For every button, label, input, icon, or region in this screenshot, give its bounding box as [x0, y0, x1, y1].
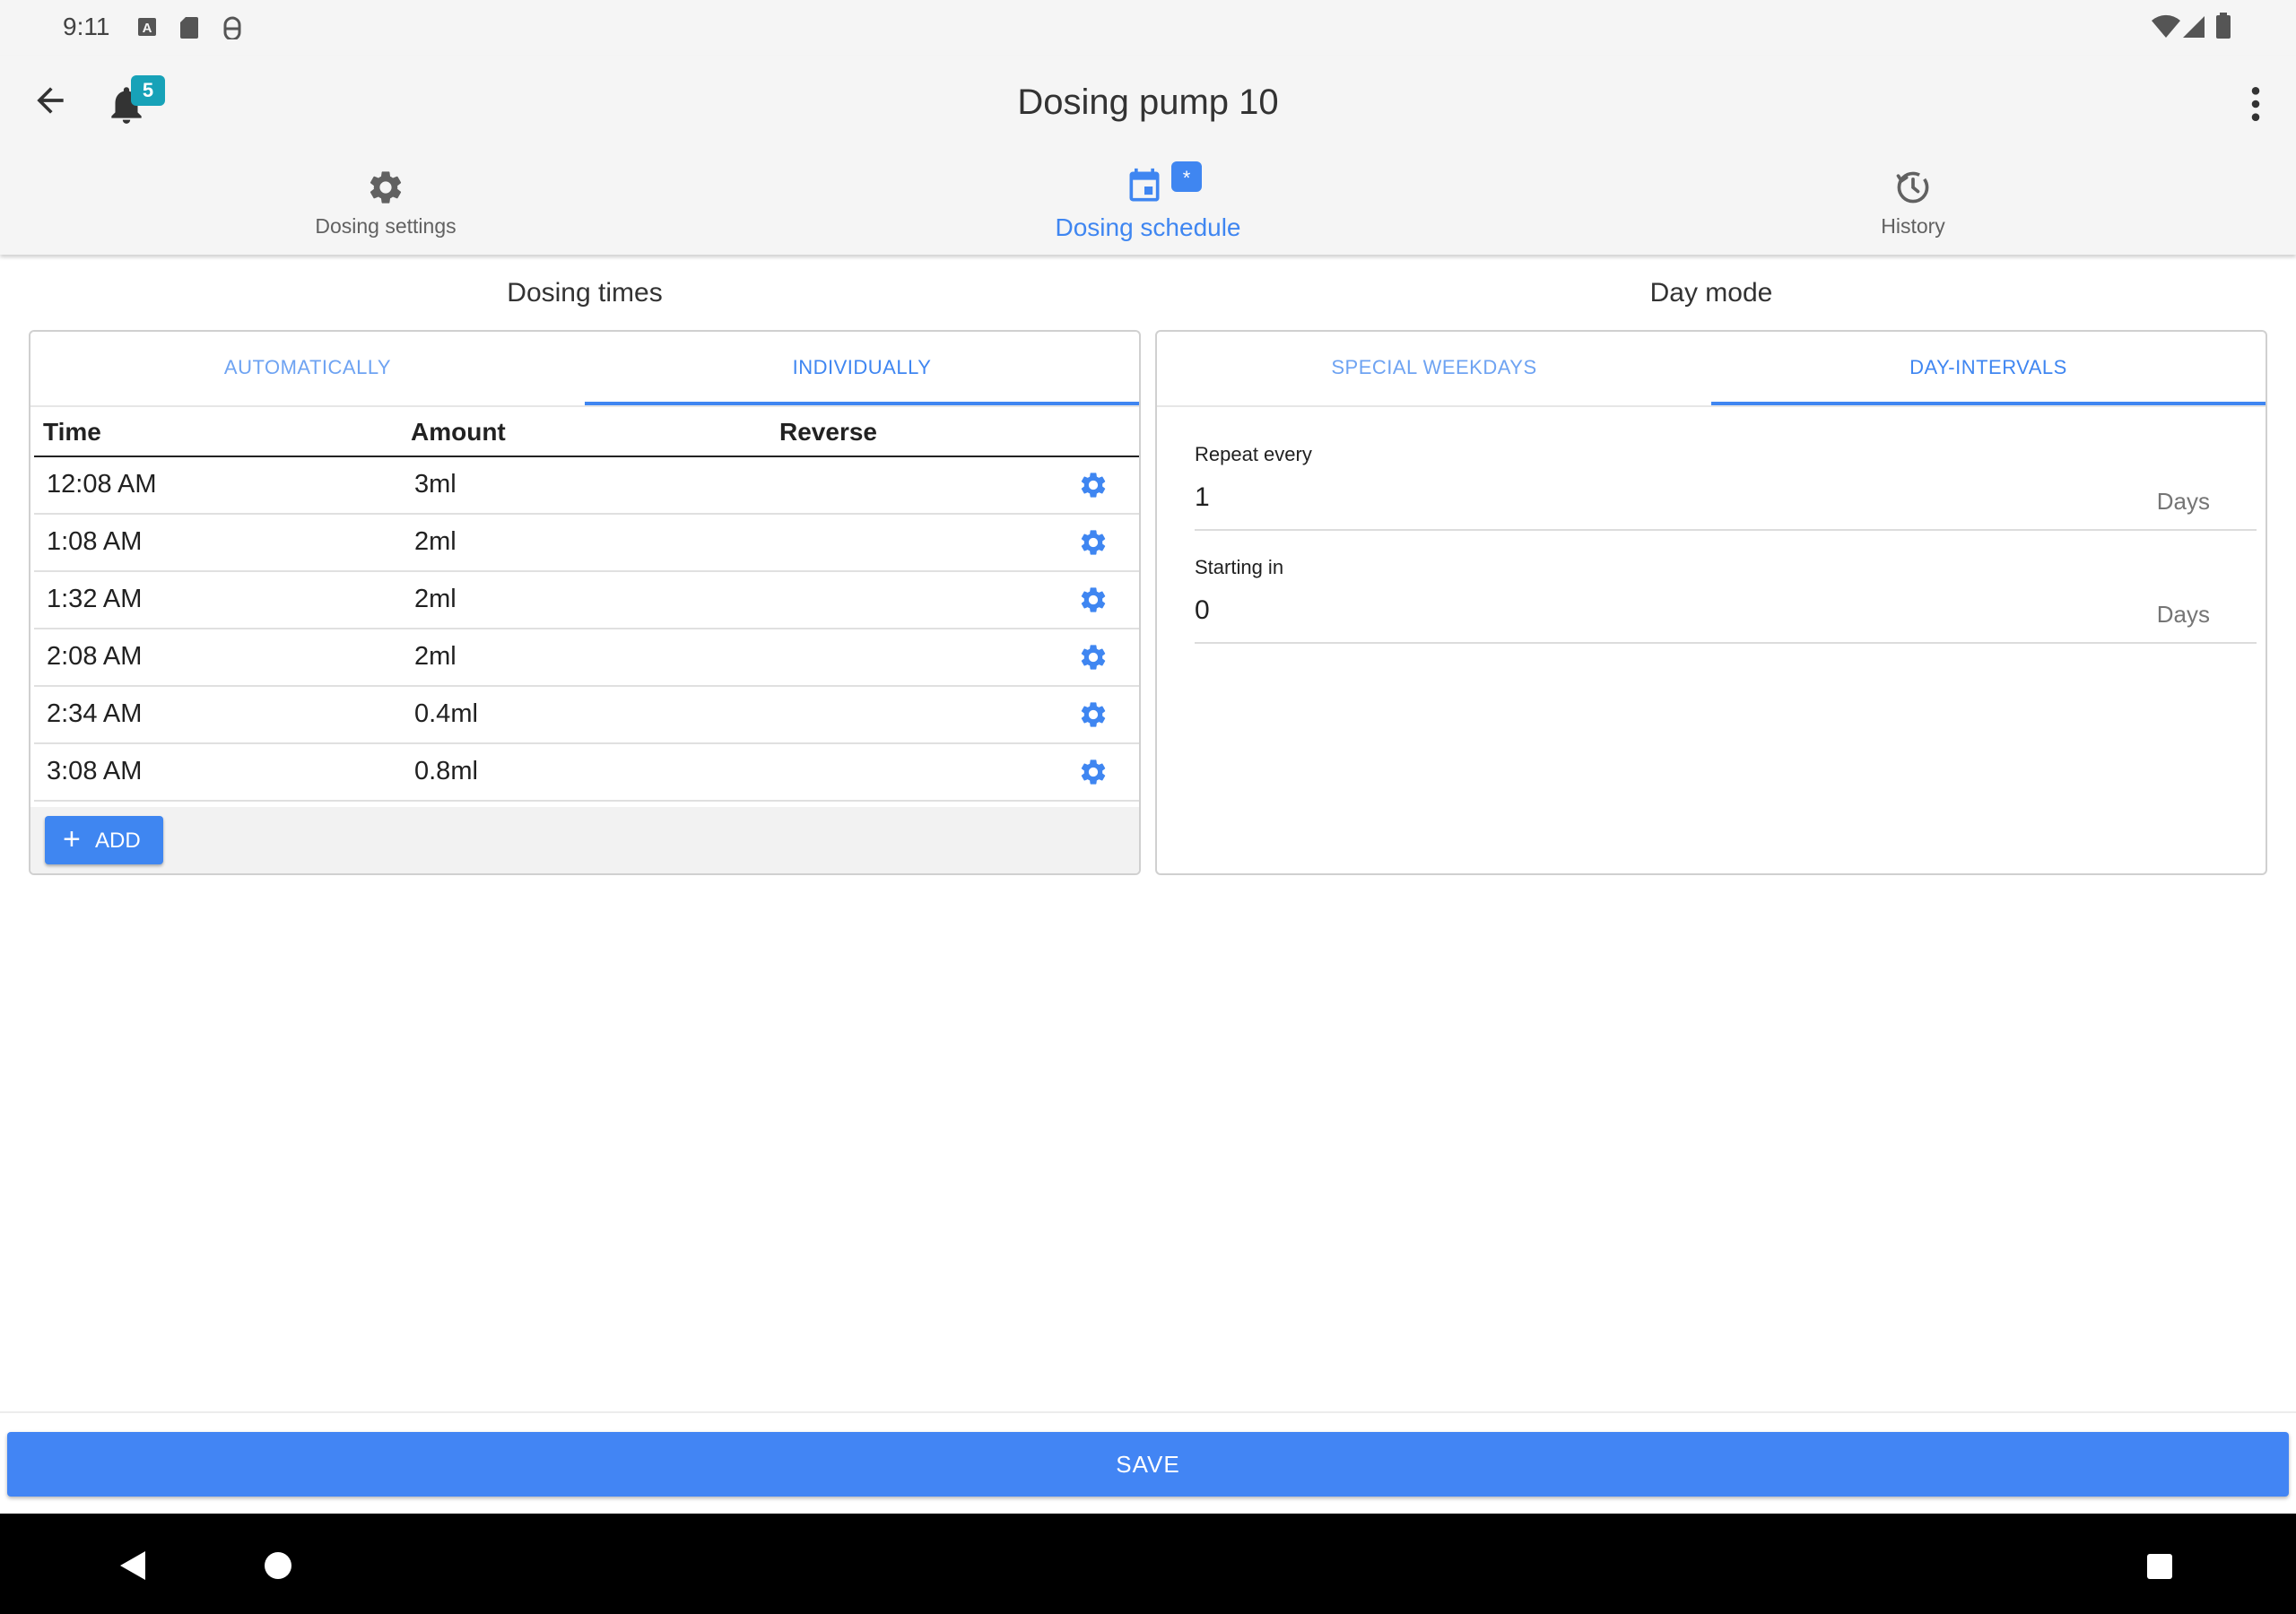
row-time: 2:08 AM — [47, 642, 143, 671]
dosing-times-subtabs: AUTOMATICALLY INDIVIDUALLY — [30, 332, 1139, 407]
table-row: 3:08 AM 0.8ml — [34, 744, 1139, 802]
subtab-special-weekdays[interactable]: SPECIAL WEEKDAYS — [1157, 332, 1711, 405]
add-area: + ADD — [30, 807, 1139, 873]
row-settings-gear-icon[interactable] — [1078, 642, 1109, 672]
plus-icon: + — [63, 822, 81, 856]
repeat-every-underline — [1195, 529, 2257, 531]
subtab-day-intervals[interactable]: DAY-INTERVALS — [1711, 332, 2266, 405]
gear-icon — [370, 171, 402, 204]
tab-label: Dosing settings — [315, 214, 457, 238]
row-amount: 0.8ml — [414, 757, 478, 785]
tab-dosing-schedule[interactable]: Dosing schedule — [762, 163, 1534, 242]
starting-in-unit: Days — [2156, 601, 2210, 628]
row-settings-gear-icon[interactable] — [1078, 699, 1109, 730]
history-icon — [1896, 171, 1929, 204]
cell-signal-icon — [2183, 16, 2205, 38]
tab-label: History — [1881, 214, 1945, 238]
page-title: Dosing pump 10 — [1017, 82, 1279, 122]
row-time: 12:08 AM — [47, 470, 157, 499]
tab-label: Dosing schedule — [1055, 213, 1241, 241]
day-mode-title: Day mode — [1649, 278, 1773, 308]
wifi-icon — [2152, 14, 2180, 38]
tab-dosing-settings[interactable]: Dosing settings — [0, 168, 771, 239]
repeat-every-input[interactable]: 1 — [1195, 482, 1210, 513]
schedule-modified-badge: * — [1171, 161, 1202, 192]
row-time: 1:32 AM — [47, 585, 143, 613]
row-time: 2:34 AM — [47, 699, 143, 728]
repeat-every-label: Repeat every — [1195, 443, 1312, 465]
row-amount: 3ml — [414, 470, 457, 499]
system-nav-bar — [0, 1514, 2296, 1614]
row-settings-gear-icon[interactable] — [1078, 757, 1109, 787]
row-amount: 2ml — [414, 642, 457, 671]
status-bar: 9:11 A — [0, 0, 2296, 56]
nav-home-icon[interactable] — [264, 1551, 292, 1580]
status-time: 9:11 — [63, 13, 110, 40]
dosing-times-panel: AUTOMATICALLY INDIVIDUALLY Time Amount R… — [29, 330, 1141, 875]
subtab-automatically[interactable]: AUTOMATICALLY — [30, 332, 585, 405]
table-row: 2:34 AM 0.4ml — [34, 687, 1139, 744]
app-bar: 5 Dosing pump 10 Dosing settings Dosing … — [0, 56, 2296, 255]
repeat-every-unit: Days — [2156, 488, 2210, 515]
column-reverse: Reverse — [779, 418, 877, 446]
row-amount: 2ml — [414, 585, 457, 613]
dosing-times-title: Dosing times — [507, 278, 663, 308]
day-mode-subtabs: SPECIAL WEEKDAYS DAY-INTERVALS — [1157, 332, 2266, 407]
row-time: 3:08 AM — [47, 757, 143, 785]
tab-history[interactable]: History — [1527, 168, 2296, 239]
subtab-individually[interactable]: INDIVIDUALLY — [585, 332, 1139, 405]
starting-in-input[interactable]: 0 — [1195, 595, 1210, 626]
add-dosing-time-button[interactable]: + ADD — [45, 816, 163, 864]
table-header: Time Amount Reverse — [34, 412, 1139, 457]
save-divider — [0, 1411, 2296, 1413]
row-settings-gear-icon[interactable] — [1078, 527, 1109, 558]
nav-back-icon[interactable] — [118, 1549, 147, 1582]
column-amount: Amount — [411, 418, 506, 446]
table-row: 2:08 AM 2ml — [34, 629, 1139, 687]
row-amount: 0.4ml — [414, 699, 478, 728]
row-time: 1:08 AM — [47, 527, 143, 556]
row-settings-gear-icon[interactable] — [1078, 585, 1109, 615]
sd-card-icon — [180, 17, 198, 39]
svg-text:A: A — [143, 21, 152, 36]
add-button-label: ADD — [95, 829, 141, 853]
starting-in-underline — [1195, 642, 2257, 644]
battery-icon — [2216, 13, 2231, 39]
table-row: 1:08 AM 2ml — [34, 515, 1139, 572]
calendar-icon — [1129, 168, 1160, 202]
table-row: 12:08 AM 3ml — [34, 457, 1139, 515]
keyboard-a-icon: A — [138, 18, 156, 36]
row-amount: 2ml — [414, 527, 457, 556]
column-time: Time — [43, 418, 101, 446]
row-settings-gear-icon[interactable] — [1078, 470, 1109, 500]
table-row: 1:32 AM 2ml — [34, 572, 1139, 629]
starting-in-label: Starting in — [1195, 556, 1284, 578]
android-debug-icon — [223, 16, 241, 39]
more-vert-icon[interactable] — [2242, 84, 2269, 124]
save-button[interactable]: SAVE — [7, 1432, 2289, 1497]
nav-recents-icon[interactable] — [2146, 1553, 2173, 1580]
day-mode-panel: SPECIAL WEEKDAYS DAY-INTERVALS Repeat ev… — [1155, 330, 2267, 875]
